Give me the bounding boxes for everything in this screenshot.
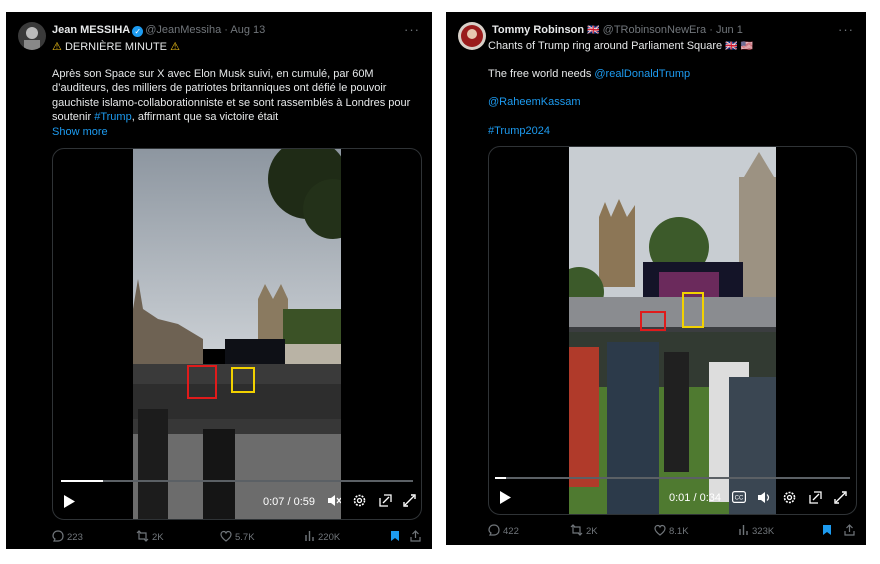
volume-icon[interactable] [757, 491, 771, 507]
views-button[interactable]: 220K [304, 530, 340, 543]
tweet-card-robinson: Tommy Robinson 🇬🇧 @TRobinsonNewEra · Jun… [446, 12, 866, 545]
captions-icon[interactable]: CC [732, 491, 747, 506]
like-button[interactable]: 5.7K [220, 530, 255, 543]
tweet-actions: 422 2K 8.1K 323K [446, 524, 866, 540]
body-line: soutenir #Trump, affirmant que sa victoi… [52, 111, 279, 124]
view-count: 323K [752, 526, 775, 537]
svg-text:CC: CC [735, 496, 744, 502]
bookmark-icon[interactable] [822, 524, 835, 537]
body-line: gauchiste islamo-collaborationniste et s… [52, 96, 411, 109]
like-count: 5.7K [235, 532, 255, 543]
picture-in-picture-icon[interactable] [809, 491, 822, 507]
video-player[interactable]: 0:01 / 0:34 CC [488, 146, 857, 515]
play-icon[interactable] [499, 491, 511, 507]
author-name[interactable]: Jean MESSIHA [52, 24, 130, 36]
fullscreen-icon[interactable] [403, 494, 416, 510]
like-count: 8.1K [669, 526, 689, 537]
video-time: 0:01 / 0:34 [669, 492, 721, 504]
views-chart-icon [739, 525, 748, 535]
repost-icon [570, 524, 583, 536]
video-progress-track[interactable] [61, 480, 413, 482]
video-player[interactable]: 0:07 / 0:59 [52, 148, 422, 520]
settings-gear-icon[interactable] [353, 494, 366, 510]
mention-link[interactable]: @realDonaldTrump [594, 68, 690, 80]
repost-count: 2K [586, 526, 598, 537]
like-button[interactable]: 8.1K [654, 524, 689, 537]
uk-flag-icon: 🇬🇧 [587, 25, 600, 36]
more-options-icon[interactable]: ··· [404, 22, 420, 37]
picture-in-picture-icon[interactable] [379, 494, 392, 510]
mute-icon[interactable] [327, 494, 342, 510]
avatar[interactable] [18, 22, 46, 50]
bookmark-icon[interactable] [390, 530, 403, 543]
mention-link[interactable]: @RaheemKassam [488, 96, 580, 108]
video-frame [569, 147, 776, 514]
view-count: 220K [318, 532, 341, 543]
hashtag-link[interactable]: #Trump2024 [488, 125, 550, 137]
share-icon[interactable] [410, 530, 424, 543]
highlight-box-red [187, 365, 217, 399]
reply-button[interactable]: 223 [52, 530, 83, 543]
avatar[interactable] [458, 22, 486, 50]
author-name[interactable]: Tommy Robinson [492, 24, 584, 36]
video-frame-image [569, 147, 776, 514]
highlight-box-yellow [682, 292, 704, 328]
highlight-box-yellow [231, 367, 255, 393]
reply-count: 223 [67, 532, 83, 543]
tweet-date[interactable]: Aug 13 [230, 24, 265, 36]
video-progress-track[interactable] [495, 477, 850, 479]
reply-count: 422 [503, 526, 519, 537]
video-progress-fill [61, 480, 104, 482]
warning-icon: ⚠ [170, 41, 180, 53]
headline-row: ⚠ DERNIÈRE MINUTE ⚠ [52, 40, 180, 53]
tweet-line-1: Chants of Trump ring around Parliament S… [488, 40, 753, 52]
play-icon[interactable] [63, 495, 75, 511]
tweet-card-messiha: Jean MESSIHA ✓ @JeanMessiha · Aug 13 ··· ⚠… [6, 12, 432, 549]
views-chart-icon [305, 531, 314, 541]
tweet-date[interactable]: Jun 1 [716, 24, 743, 36]
share-icon[interactable] [844, 524, 858, 537]
video-frame-image [133, 149, 341, 519]
hashtag-link[interactable]: #Trump [94, 111, 132, 123]
headline-text: DERNIÈRE MINUTE [64, 41, 167, 53]
settings-gear-icon[interactable] [783, 491, 796, 507]
author-row: Jean MESSIHA ✓ @JeanMessiha · Aug 13 [52, 24, 266, 37]
verified-badge-icon: ✓ [132, 26, 144, 37]
more-options-icon[interactable]: ··· [838, 22, 854, 37]
tweet-actions: 223 2K 5.7K 220K [6, 530, 432, 546]
repost-button[interactable]: 2K [570, 524, 598, 537]
video-progress-fill [495, 477, 506, 479]
tweet-body: Après son Space sur X avec Elon Musk sui… [52, 67, 422, 139]
video-frame [133, 149, 341, 519]
author-row: Tommy Robinson 🇬🇧 @TRobinsonNewEra · Jun… [492, 24, 743, 36]
repost-icon [136, 530, 149, 542]
views-button[interactable]: 323K [738, 524, 774, 537]
author-handle[interactable]: @JeanMessiha [145, 24, 221, 36]
heart-icon [654, 524, 666, 536]
author-handle[interactable]: @TRobinsonNewEra [603, 24, 707, 36]
reply-button[interactable]: 422 [488, 524, 519, 537]
tweet-line-2: The free world needs @realDonaldTrump [488, 68, 691, 80]
repost-button[interactable]: 2K [136, 530, 164, 543]
body-line: d’auditeurs, des milliers de patriotes b… [52, 82, 387, 95]
show-more-link[interactable]: Show more [52, 125, 422, 139]
uk-us-flags-icon: 🇬🇧 🇺🇸 [725, 41, 753, 52]
body-line: Après son Space sur X avec Elon Musk sui… [52, 68, 374, 80]
heart-icon [220, 530, 232, 542]
reply-icon [488, 524, 500, 536]
highlight-box-red [640, 311, 666, 331]
reply-icon [52, 530, 64, 542]
repost-count: 2K [152, 532, 164, 543]
fullscreen-icon[interactable] [834, 491, 847, 507]
video-time: 0:07 / 0:59 [263, 496, 315, 508]
warning-icon: ⚠ [52, 41, 62, 53]
